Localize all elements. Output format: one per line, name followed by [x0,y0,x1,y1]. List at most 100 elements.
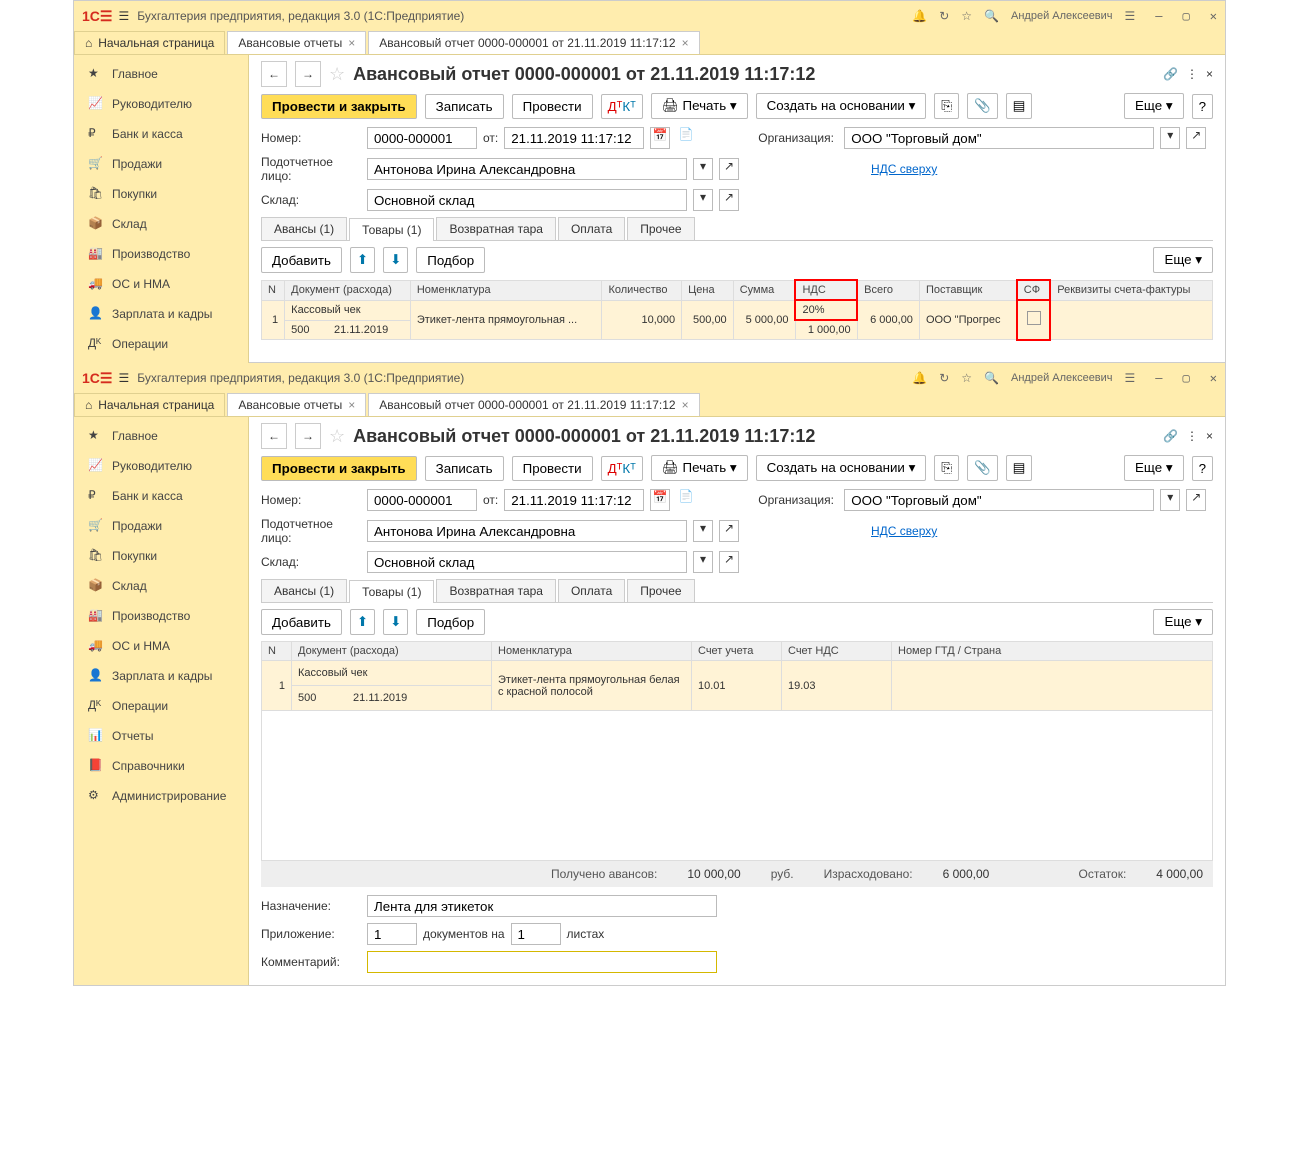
col-sf-req[interactable]: Реквизиты счета-фактуры [1050,280,1212,300]
attachment-button[interactable]: 📎 [967,93,998,119]
move-up-button[interactable]: ⬆ [350,247,375,273]
open-icon[interactable]: ↗ [719,189,739,211]
table-row[interactable]: 1 Кассовый чек Этикет-лента прямоугольна… [262,300,1213,320]
number-input[interactable] [367,489,477,511]
tab-goods[interactable]: Товары (1) [349,218,434,241]
select-button[interactable]: Подбор [416,609,485,635]
dropdown-icon[interactable]: ▾ [1160,127,1180,149]
sidebar-item-production[interactable]: 🏭Производство [74,601,248,631]
col-acc[interactable]: Счет учета [692,642,782,661]
sidebar-item-manager[interactable]: 📈Руководителю [74,89,248,119]
post-close-button[interactable]: Провести и закрыть [261,94,417,119]
move-up-button[interactable]: ⬆ [350,609,375,635]
minimize-icon[interactable]: — [1155,371,1162,385]
number-input[interactable] [367,127,477,149]
move-down-button[interactable]: ⬇ [383,609,408,635]
col-sf[interactable]: СФ [1017,280,1051,300]
sidebar-item-salary[interactable]: 👤Зарплата и кадры [74,661,248,691]
forward-button[interactable]: → [295,61,321,87]
add-button[interactable]: Добавить [261,609,342,635]
attachment-button[interactable]: 📎 [967,455,998,481]
search-icon[interactable]: 🔍 [984,371,999,385]
col-vat-acc[interactable]: Счет НДС [782,642,892,661]
sidebar-item-main[interactable]: ★Главное [74,59,248,89]
table-row[interactable]: 1 Кассовый чек Этикет-лента прямоугольна… [262,661,1213,686]
col-qty[interactable]: Количество [602,280,682,300]
dropdown-icon[interactable]: ▾ [693,551,713,573]
tab-reports-list[interactable]: Авансовые отчеты × [227,31,366,54]
col-price[interactable]: Цена [682,280,734,300]
col-vat[interactable]: НДС [795,280,857,300]
star-icon[interactable]: ☆ [961,371,972,385]
copy-button[interactable]: ⎘ [934,93,959,119]
date-input[interactable] [504,127,644,149]
close-icon[interactable]: × [348,36,355,50]
history-icon[interactable]: ↻ [939,371,949,385]
sidebar-item-os[interactable]: 🚚ОС и НМА [74,269,248,299]
sidebar-item-ops[interactable]: ДᴷОперации [74,691,248,721]
list-button[interactable]: ▤ [1006,455,1033,481]
link-icon[interactable]: 🔗 [1163,429,1178,443]
favorite-icon[interactable]: ☆ [329,64,345,85]
dktkt-button[interactable]: ДᵀКᵀ [601,94,643,119]
post-close-button[interactable]: Провести и закрыть [261,456,417,481]
tab-goods[interactable]: Товары (1) [349,580,434,603]
back-button[interactable]: ← [261,61,287,87]
purpose-input[interactable] [367,895,717,917]
sf-checkbox[interactable] [1027,311,1041,325]
sidebar-item-sales[interactable]: 🛒Продажи [74,149,248,179]
sidebar-item-manager[interactable]: 📈Руководителю [74,451,248,481]
more-button[interactable]: Еще ▾ [1153,609,1213,635]
maximize-icon[interactable]: ▢ [1183,9,1190,23]
vat-link[interactable]: НДС сверху [871,162,937,176]
list-button[interactable]: ▤ [1006,93,1033,119]
open-icon[interactable]: ↗ [719,158,739,180]
print-button[interactable]: 🖨 Печать ▾ [651,455,748,481]
tab-pay[interactable]: Оплата [558,579,625,602]
create-based-button[interactable]: Создать на основании ▾ [756,455,927,481]
more-button[interactable]: Еще ▾ [1124,455,1184,481]
person-input[interactable] [367,520,687,542]
more-button[interactable]: Еще ▾ [1124,93,1184,119]
col-doc[interactable]: Документ (расхода) [292,642,492,661]
minimize-icon[interactable]: — [1155,9,1162,23]
settings-icon[interactable]: ☰ [1125,371,1136,385]
person-input[interactable] [367,158,687,180]
help-button[interactable]: ? [1192,456,1213,481]
user-name[interactable]: Андрей Алексеевич [1011,10,1113,22]
warehouse-input[interactable] [367,189,687,211]
open-icon[interactable]: ↗ [1186,489,1206,511]
tab-home[interactable]: ⌂ Начальная страница [74,393,225,416]
sidebar-item-salary[interactable]: 👤Зарплата и кадры [74,299,248,329]
user-name[interactable]: Андрей Алексеевич [1011,372,1113,384]
burger-icon[interactable]: ☰ [118,9,129,23]
sidebar-item-main[interactable]: ★Главное [74,421,248,451]
select-button[interactable]: Подбор [416,247,485,273]
tab-other[interactable]: Прочее [627,217,694,240]
sidebar-item-sales[interactable]: 🛒Продажи [74,511,248,541]
sidebar-item-production[interactable]: 🏭Производство [74,239,248,269]
print-button[interactable]: 🖨 Печать ▾ [651,93,748,119]
close-icon[interactable]: × [1206,67,1213,81]
tab-document[interactable]: Авансовый отчет 0000-000001 от 21.11.201… [368,393,699,416]
tab-reports-list[interactable]: Авансовые отчеты × [227,393,366,416]
settings-icon[interactable]: ☰ [1125,9,1136,23]
dropdown-icon[interactable]: ▾ [1160,489,1180,511]
col-nom[interactable]: Номенклатура [492,642,692,661]
star-icon[interactable]: ☆ [961,9,972,23]
date-input[interactable] [504,489,644,511]
close-icon[interactable]: ✕ [1210,9,1217,23]
maximize-icon[interactable]: ▢ [1183,371,1190,385]
open-icon[interactable]: ↗ [719,551,739,573]
dropdown-icon[interactable]: ▾ [693,189,713,211]
sidebar-item-admin[interactable]: ⚙Администрирование [74,781,248,811]
sidebar-item-stock[interactable]: 📦Склад [74,571,248,601]
col-doc[interactable]: Документ (расхода) [285,280,411,300]
sidebar-item-os[interactable]: 🚚ОС и НМА [74,631,248,661]
attach-docs-input[interactable] [367,923,417,945]
help-button[interactable]: ? [1192,94,1213,119]
close-icon[interactable]: × [682,36,689,50]
goods-table[interactable]: N Документ (расхода) Номенклатура Количе… [261,279,1213,341]
more-button[interactable]: Еще ▾ [1153,247,1213,273]
calendar-icon[interactable]: 📅 [650,489,670,511]
